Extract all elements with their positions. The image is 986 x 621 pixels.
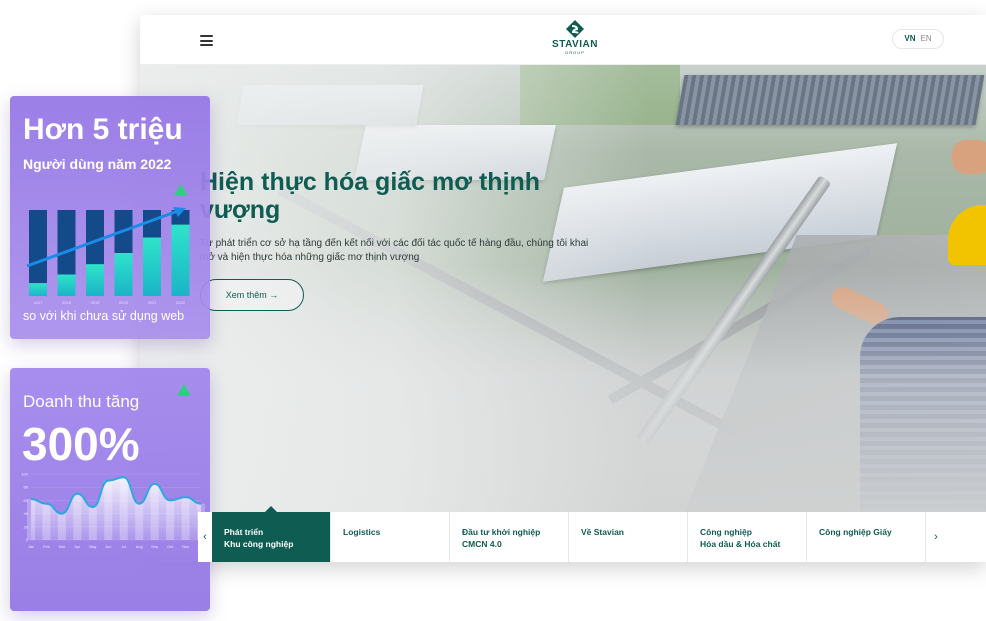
bar [86, 264, 104, 296]
x-tick-label: Jan [28, 545, 34, 549]
x-tick-label: 2020 [119, 300, 129, 305]
tab-dau-tu-khoi-nghiep[interactable]: Đầu tư khởi nghiệp CMCN 4.0 [450, 512, 569, 562]
y-tick-label: 80 [24, 485, 29, 490]
hero-description: Từ phát triển cơ sở hạ tầng đến kết nối … [200, 238, 589, 263]
x-tick-label: Apr [74, 545, 81, 549]
tab-label: Hóa dầu & Hóa chất [700, 539, 781, 549]
tab-label: Công nghiệp [700, 527, 752, 537]
tabs-prev-icon[interactable]: ‹ [198, 512, 212, 562]
tabs-next-icon[interactable]: › [926, 512, 946, 562]
stavian-logo[interactable]: STAVIAN GROUP [535, 20, 615, 60]
revenue-stat-value: 300% [22, 418, 140, 470]
y-tick-label: 100 [21, 472, 28, 477]
x-tick-label: 2019 [91, 300, 101, 305]
x-tick-label: Sep [151, 545, 158, 549]
bar [114, 253, 133, 296]
trend-up-icon [174, 184, 188, 196]
tab-label: Logistics [343, 527, 381, 537]
tab-khu-cong-nghiep[interactable]: Phát triển Khu công nghiệp [212, 506, 331, 562]
hero-title: Hiện thực hóa giấc mơ thịnh vượng [200, 168, 541, 224]
tab-hoa-dau-hoa-chat[interactable]: Công nghiệp Hóa dầu & Hóa chất [688, 512, 807, 562]
category-tabs: Phát triển Khu công nghiệp Logistics Đầu… [212, 506, 986, 562]
tab-ve-stavian[interactable]: Về Stavian [569, 512, 688, 562]
x-tick-label: Nov [182, 545, 189, 549]
logo-subtext: GROUP [565, 50, 585, 55]
lang-en[interactable]: EN [921, 34, 932, 43]
lang-vn[interactable]: VN [904, 34, 915, 43]
users-bar-chart: 2017 2018 2019 2020 2021 2022 [26, 207, 190, 305]
site-header: STAVIAN GROUP VN EN [140, 15, 986, 65]
revenue-area-chart: 100806040200Jan Feb Mar Apr May Jun Jul Aug Sep O… [21, 472, 205, 549]
x-tick-label: 2022 [176, 300, 186, 305]
menu-icon[interactable] [200, 35, 213, 46]
bar [29, 283, 47, 296]
users-stat-footer: so với khi chưa sử dụng web [23, 309, 185, 323]
logo-text: STAVIAN [552, 39, 598, 50]
bar [57, 274, 76, 296]
tab-label: Về Stavian [581, 527, 624, 537]
tab-cong-nghiep-giay[interactable]: Công nghiệp Giấy [807, 512, 926, 562]
tab-label: Đầu tư khởi nghiệp [462, 527, 541, 537]
bar [143, 237, 161, 296]
website-frame: STAVIAN GROUP VN EN Hiện thực hóa giấc mơ… [140, 15, 986, 562]
tab-label: CMCN 4.0 [462, 539, 502, 549]
language-switcher: VN EN [892, 29, 944, 49]
users-stat-title: Hơn 5 triệu [23, 113, 183, 146]
trend-up-icon [177, 384, 191, 396]
x-tick-label: Mar [59, 545, 66, 549]
x-tick-label: Jul [121, 545, 126, 549]
hero-banner: Hiện thực hóa giấc mơ thịnh vượng Từ phá… [140, 65, 986, 512]
x-tick-label: May [89, 545, 96, 549]
x-tick-label: 2021 [148, 300, 158, 305]
x-tick-label: 2017 [34, 300, 44, 305]
bar [171, 224, 190, 296]
logo-mark-icon [566, 20, 584, 38]
x-tick-label: Aug [136, 545, 143, 549]
tab-label: Công nghiệp Giấy [819, 527, 892, 537]
area-fill [31, 477, 201, 540]
x-tick-label: Feb [43, 545, 50, 549]
x-tick-label: 2018 [62, 300, 72, 305]
tab-label: Khu công nghiệp [224, 539, 294, 549]
see-more-button[interactable]: Xem thêm → [200, 279, 304, 311]
revenue-stat-card: Doanh thu tăng 300% 100 80 60 40 20 0 Jan Feb Ma… [10, 368, 210, 611]
users-stat-subtitle: Người dùng năm 2022 [23, 156, 172, 172]
users-stat-card: Hơn 5 triệu Người dùng năm 2022 2017 2018… [10, 96, 210, 339]
tab-logistics[interactable]: Logistics [331, 512, 450, 562]
x-tick-label: Jun [105, 545, 111, 549]
tab-label: Phát triển [224, 527, 264, 537]
x-tick-label: Oct [167, 545, 174, 549]
revenue-stat-subtitle: Doanh thu tăng [23, 392, 140, 411]
